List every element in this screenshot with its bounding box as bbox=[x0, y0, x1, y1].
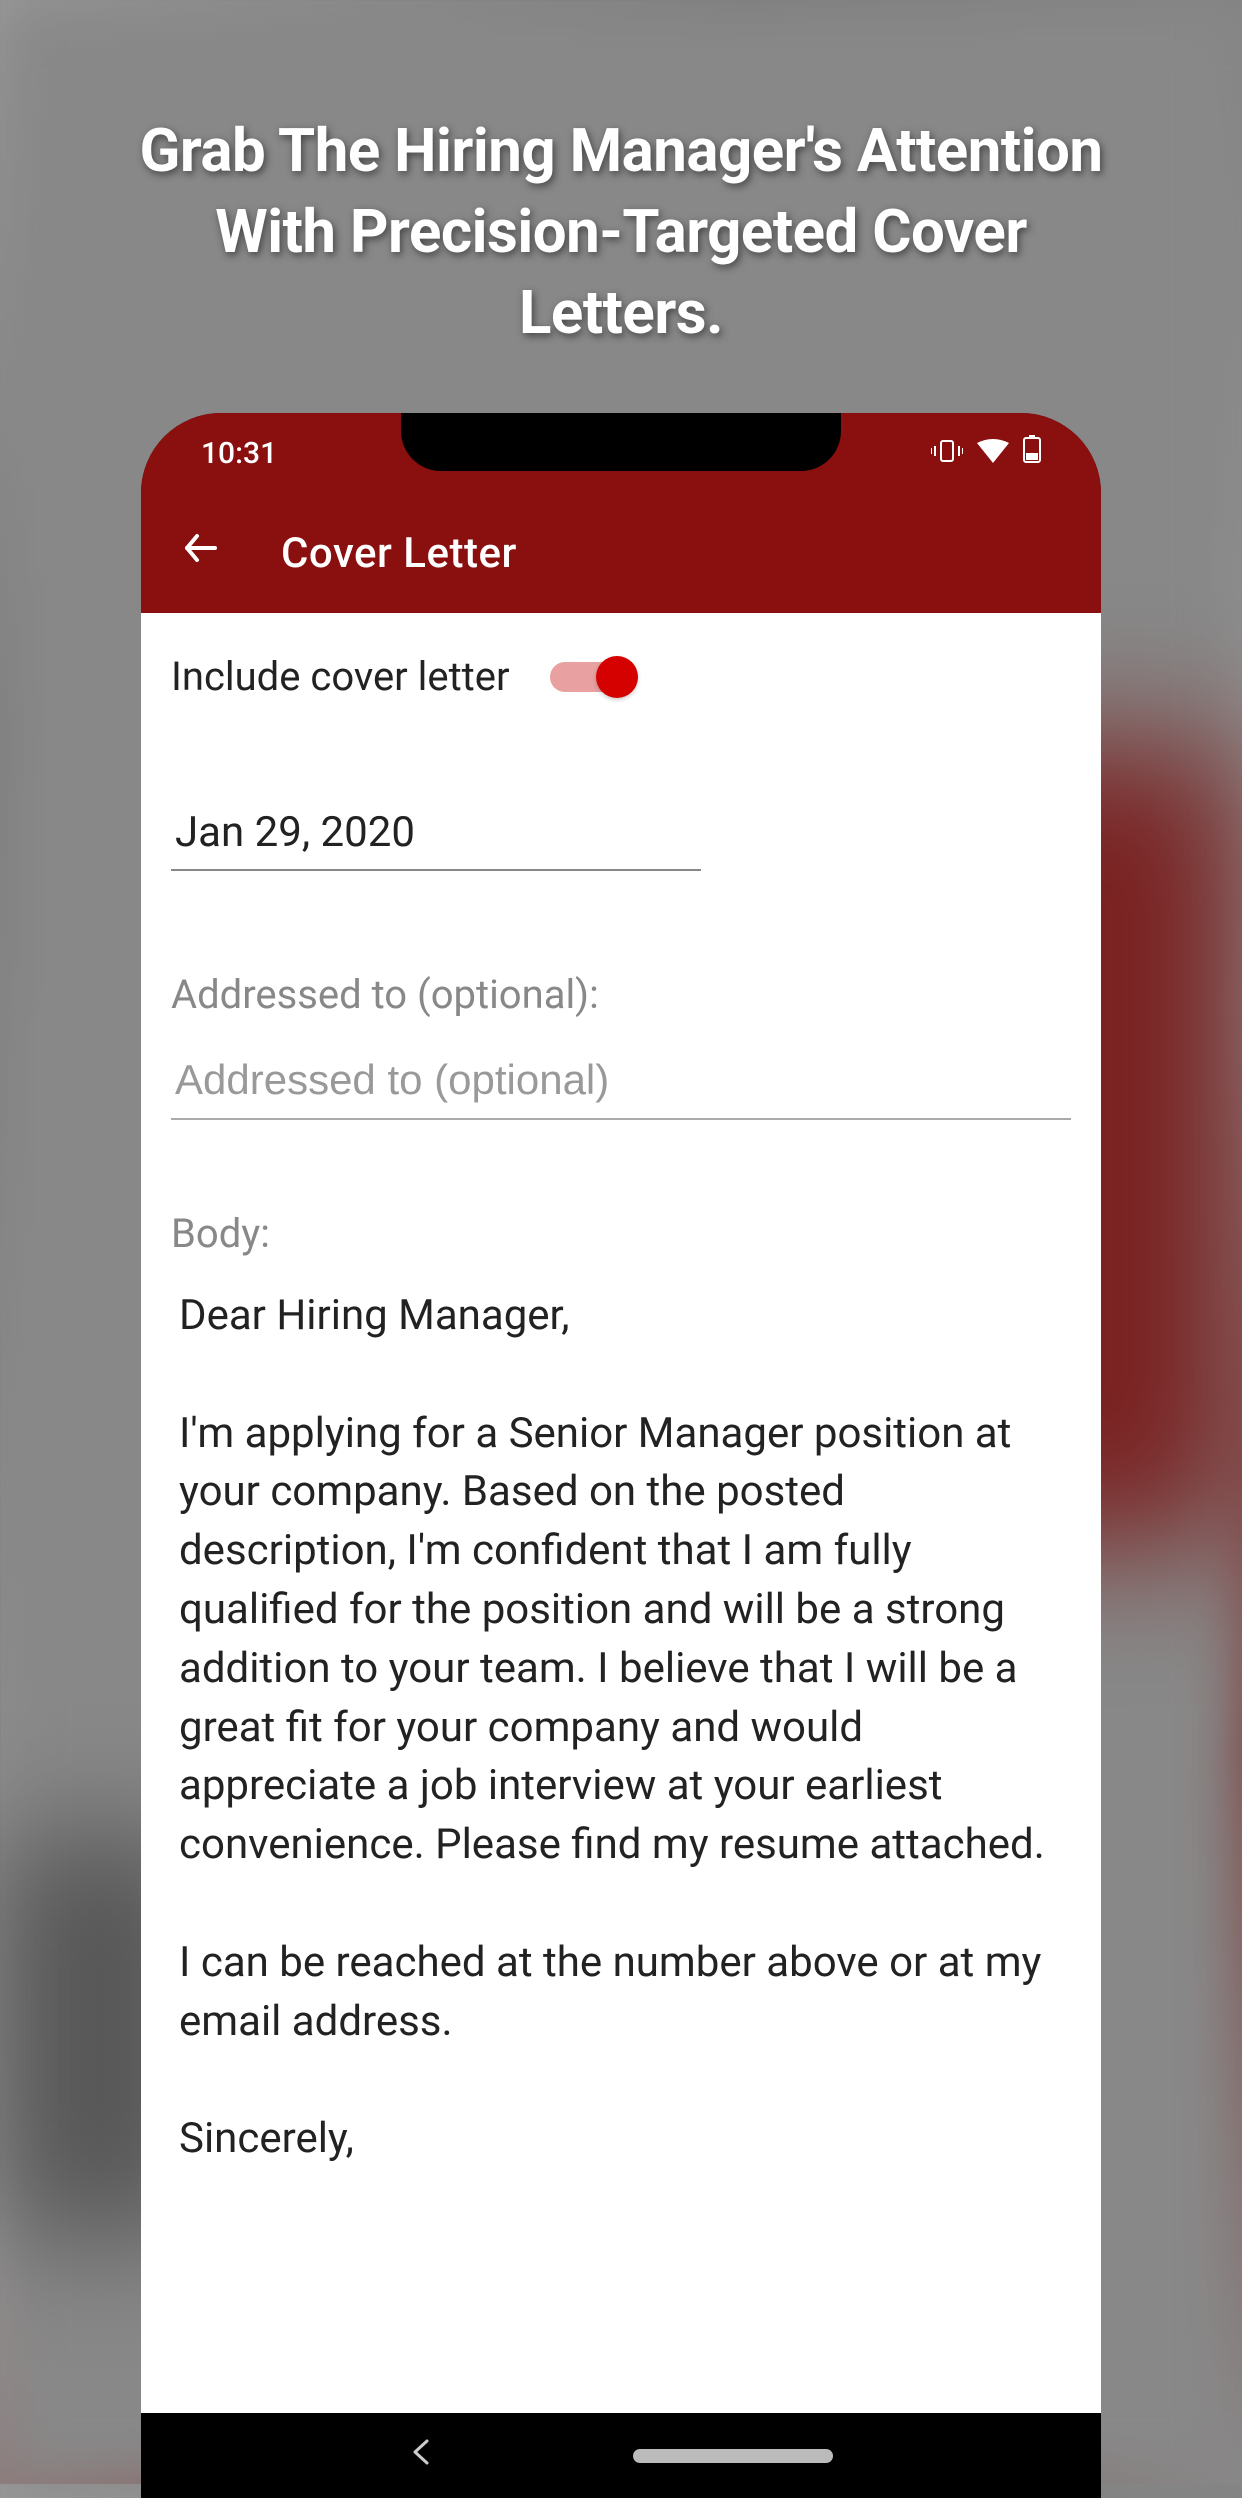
date-field[interactable]: Jan 29, 2020 bbox=[171, 800, 701, 871]
status-time: 10:31 bbox=[201, 436, 277, 471]
addressed-to-label: Addressed to (optional): bbox=[171, 971, 1071, 1018]
battery-icon bbox=[1023, 435, 1041, 471]
vibrate-icon bbox=[931, 436, 963, 471]
nav-home-pill[interactable] bbox=[633, 2449, 833, 2463]
promo-headline: Grab The Hiring Manager's Attention With… bbox=[0, 0, 1242, 413]
phone-frame: 10:31 bbox=[141, 413, 1101, 2498]
phone-notch bbox=[401, 413, 841, 471]
wifi-icon bbox=[977, 436, 1009, 471]
include-toggle[interactable] bbox=[550, 662, 632, 692]
back-button[interactable] bbox=[181, 528, 221, 578]
toggle-knob bbox=[596, 656, 638, 698]
system-nav-bar bbox=[141, 2413, 1101, 2498]
addressed-to-input[interactable] bbox=[171, 1048, 1071, 1120]
content-area: Include cover letter Jan 29, 2020 Addres… bbox=[141, 613, 1101, 2413]
body-textarea[interactable]: Dear Hiring Manager, I'm applying for a … bbox=[171, 1287, 1071, 2169]
page-title: Cover Letter bbox=[281, 529, 517, 578]
nav-back-button[interactable] bbox=[409, 2436, 433, 2476]
body-label: Body: bbox=[171, 1210, 1071, 1257]
include-toggle-label: Include cover letter bbox=[171, 653, 510, 700]
app-bar: Cover Letter bbox=[141, 493, 1101, 613]
